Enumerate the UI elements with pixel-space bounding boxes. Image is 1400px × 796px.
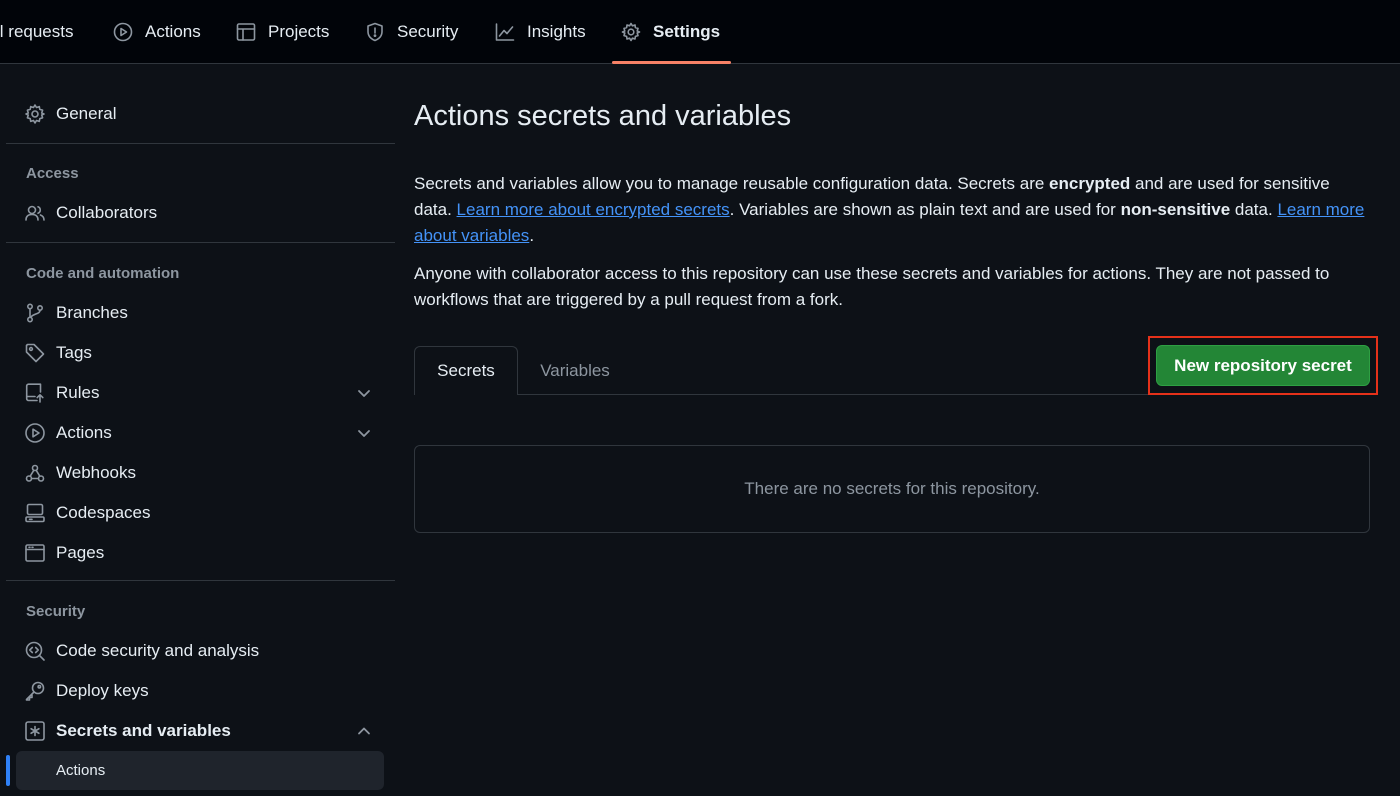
active-item-marker (6, 755, 10, 786)
sidebar-item-label: Code security and analysis (56, 641, 260, 660)
sidebar-item-label: Actions (56, 423, 112, 442)
codespaces-icon (24, 502, 46, 524)
sidebar-item-label: Codespaces (56, 503, 151, 522)
tab-actions[interactable]: Actions (113, 0, 201, 64)
gear-icon (621, 22, 653, 42)
tab-label: Projects (268, 22, 330, 41)
access-paragraph: Anyone with collaborator access to this … (414, 264, 1330, 309)
sidebar-item-label: Deploy keys (56, 681, 149, 700)
empty-message: There are no secrets for this repository… (744, 479, 1040, 498)
sidebar-item-label: Webhooks (56, 463, 137, 482)
emphasis-non-sensitive: non-sensitive (1120, 200, 1231, 219)
text: . Variables are shown as plain text and … (729, 200, 1121, 219)
sidebar-item-codespaces[interactable]: Codespaces (24, 495, 384, 531)
settings-sidebar: General Access Collaborators Code and au… (0, 64, 400, 796)
sidebar-item-actions[interactable]: Actions (24, 415, 384, 451)
new-repository-secret-button[interactable]: New repository secret (1156, 345, 1370, 386)
sidebar-heading-security: Security (26, 603, 86, 620)
sidebar-item-label: Rules (56, 383, 100, 402)
sidebar-item-label: Secrets and variables (56, 721, 231, 740)
tag-icon (24, 342, 46, 364)
tab-pull-requests[interactable]: ll requests (0, 0, 73, 64)
codescan-icon (24, 640, 46, 662)
webhook-icon (24, 462, 46, 484)
sidebar-heading-access: Access (26, 165, 79, 182)
sidebar-item-label: Tags (56, 343, 92, 362)
sidebar-item-deploy-keys[interactable]: Deploy keys (24, 673, 384, 709)
tab-variables[interactable]: Variables (518, 346, 632, 395)
shield-icon (365, 22, 397, 42)
tab-label: Insights (527, 22, 586, 41)
sidebar-subitem-actions[interactable]: Actions (16, 751, 384, 790)
sidebar-heading-code-automation: Code and automation (26, 265, 180, 282)
active-tab-underline (612, 61, 731, 64)
empty-secrets-box: There are no secrets for this repository… (414, 445, 1370, 533)
page-title: Actions secrets and variables (414, 100, 792, 132)
tab-settings[interactable]: Settings (621, 0, 720, 64)
chevron-down-icon[interactable] (356, 385, 372, 401)
sidebar-item-rules[interactable]: Rules (24, 375, 384, 411)
sidebar-item-label: Branches (56, 303, 128, 322)
repo-nav-bar: ll requests Actions Projects Security In… (0, 0, 1400, 64)
people-icon (24, 202, 46, 224)
play-circle-icon (113, 22, 145, 42)
tab-security[interactable]: Security (365, 0, 458, 64)
sidebar-divider (6, 242, 395, 243)
sidebar-divider (6, 580, 395, 581)
description-paragraph: Secrets and variables allow you to manag… (414, 171, 1370, 249)
gear-icon (24, 103, 46, 125)
sidebar-item-branches[interactable]: Branches (24, 295, 384, 331)
tab-label: Security (397, 22, 459, 41)
chevron-down-icon[interactable] (356, 425, 372, 441)
sidebar-item-general[interactable]: General (24, 96, 384, 132)
table-icon (236, 22, 268, 42)
browser-icon (24, 542, 46, 564)
text: . (529, 226, 535, 245)
branch-icon (24, 302, 46, 324)
tab-secrets[interactable]: Secrets (414, 346, 518, 395)
sidebar-item-collaborators[interactable]: Collaborators (24, 195, 384, 231)
graph-icon (495, 22, 527, 42)
play-circle-icon (24, 422, 46, 444)
sidebar-item-pages[interactable]: Pages (24, 535, 384, 571)
text: Secrets and variables allow you to manag… (414, 174, 1050, 193)
repo-push-icon (24, 382, 46, 404)
sidebar-item-tags[interactable]: Tags (24, 335, 384, 371)
chevron-up-icon[interactable] (356, 723, 372, 739)
sidebar-item-label: Pages (56, 543, 105, 562)
text: data. (1230, 200, 1278, 219)
sidebar-item-label: Collaborators (56, 203, 158, 222)
learn-more-secrets-link[interactable]: Learn more about encrypted secrets (457, 200, 730, 219)
key-icon (24, 680, 46, 702)
tab-label: Settings (653, 22, 721, 41)
sidebar-item-code-security[interactable]: Code security and analysis (24, 633, 384, 669)
sidebar-item-webhooks[interactable]: Webhooks (24, 455, 384, 491)
sidebar-divider (6, 143, 395, 144)
sidebar-item-label: General (56, 104, 117, 123)
sidebar-item-secrets-and-variables[interactable]: Secrets and variables (24, 713, 384, 749)
asterisk-icon (24, 720, 46, 742)
emphasis-encrypted: encrypted (1049, 174, 1131, 193)
tab-label: ll requests (0, 22, 74, 41)
tab-insights[interactable]: Insights (495, 0, 586, 64)
tab-projects[interactable]: Projects (236, 0, 329, 64)
tab-label: Actions (145, 22, 201, 41)
